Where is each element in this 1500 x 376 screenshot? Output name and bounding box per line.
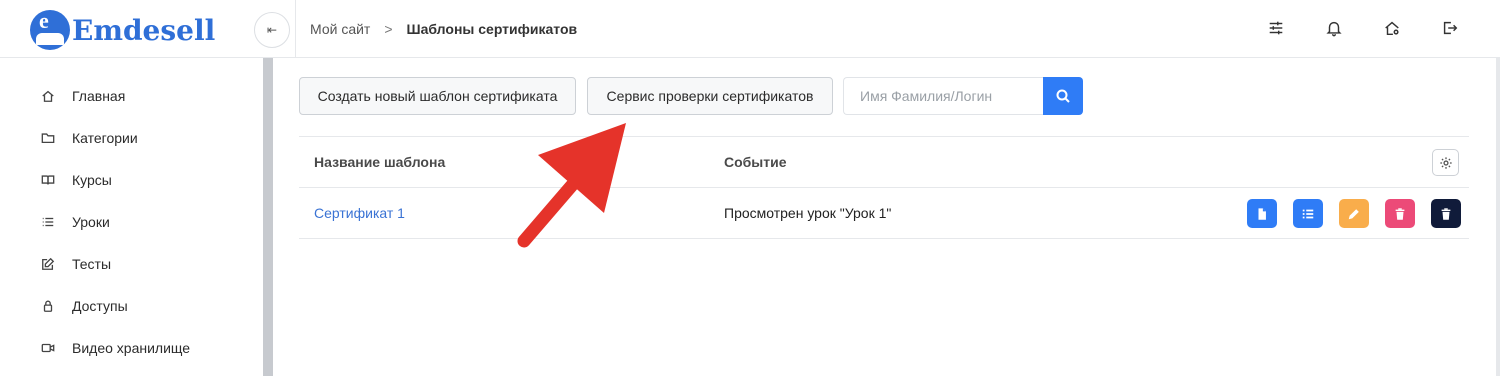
header-divider [295,0,296,58]
search-input[interactable] [843,77,1043,115]
trash-icon [1441,207,1451,220]
logo-text: Emdesell [72,13,216,47]
collapse-icon: ⇤ [266,23,278,37]
table-header-divider [299,187,1469,188]
edit-icon [40,256,56,272]
list-button[interactable] [1293,199,1323,228]
logout-icon[interactable] [1440,18,1460,38]
document-icon [1258,207,1266,220]
column-header-event[interactable]: Событие [724,154,787,170]
table-cell-name-link[interactable]: Сертификат 1 [314,205,405,221]
breadcrumb-current: Шаблоны сертификатов [406,21,578,37]
search-button[interactable] [1043,77,1083,115]
sidebar-collapse-button[interactable]: ⇤ [254,12,290,48]
list-icon [40,214,56,230]
sidebar: Главная Категории Курсы Уроки Тесты Дост… [0,58,263,376]
sidebar-item-home[interactable]: Главная [40,88,125,104]
list-icon [1302,209,1314,218]
sidebar-item-video-storage[interactable]: Видео хранилище [40,340,190,356]
sidebar-scrollbar[interactable] [263,58,273,376]
breadcrumb-home-link[interactable]: Мой сайт [310,21,370,37]
logo[interactable]: e Emdesell [30,10,215,50]
table-border-bottom [299,238,1469,239]
delete-permanently-button[interactable] [1431,199,1461,228]
column-header-name[interactable]: Название шаблона [314,154,445,170]
table-border-top [299,136,1469,137]
pencil-icon [1348,208,1359,219]
top-bar: e Emdesell ⇤ Мой сайт > Шаблоны сертифик… [0,0,1500,58]
book-icon [40,172,56,188]
sliders-icon[interactable] [1266,18,1286,38]
breadcrumb-separator: > [384,21,393,37]
verify-certificates-button[interactable]: Сервис проверки сертификатов [587,77,833,115]
trash-icon [1395,207,1405,220]
folder-icon [40,130,56,146]
main-content: Создать новый шаблон сертификата Сервис … [273,58,1500,376]
create-template-button[interactable]: Создать новый шаблон сертификата [299,77,576,115]
header-actions [1266,18,1460,38]
search-icon [1056,89,1070,103]
sidebar-item-courses[interactable]: Курсы [40,172,112,188]
video-icon [40,340,56,356]
sidebar-item-categories[interactable]: Категории [40,130,138,146]
table-settings-button[interactable] [1432,149,1459,176]
bell-icon[interactable] [1324,18,1344,38]
delete-button[interactable] [1385,199,1415,228]
sidebar-item-tests[interactable]: Тесты [40,256,111,272]
gear-icon [1439,156,1452,169]
home-icon [40,88,56,104]
table-cell-event: Просмотрен урок "Урок 1" [724,205,892,221]
view-document-button[interactable] [1247,199,1277,228]
home-settings-icon[interactable] [1382,18,1402,38]
sidebar-item-access[interactable]: Доступы [40,298,128,314]
logo-icon: e [30,10,70,50]
lock-icon [40,298,56,314]
sidebar-item-lessons[interactable]: Уроки [40,214,110,230]
breadcrumb: Мой сайт > Шаблоны сертификатов [310,21,577,37]
annotation-arrow-icon [517,123,626,248]
edit-button[interactable] [1339,199,1369,228]
